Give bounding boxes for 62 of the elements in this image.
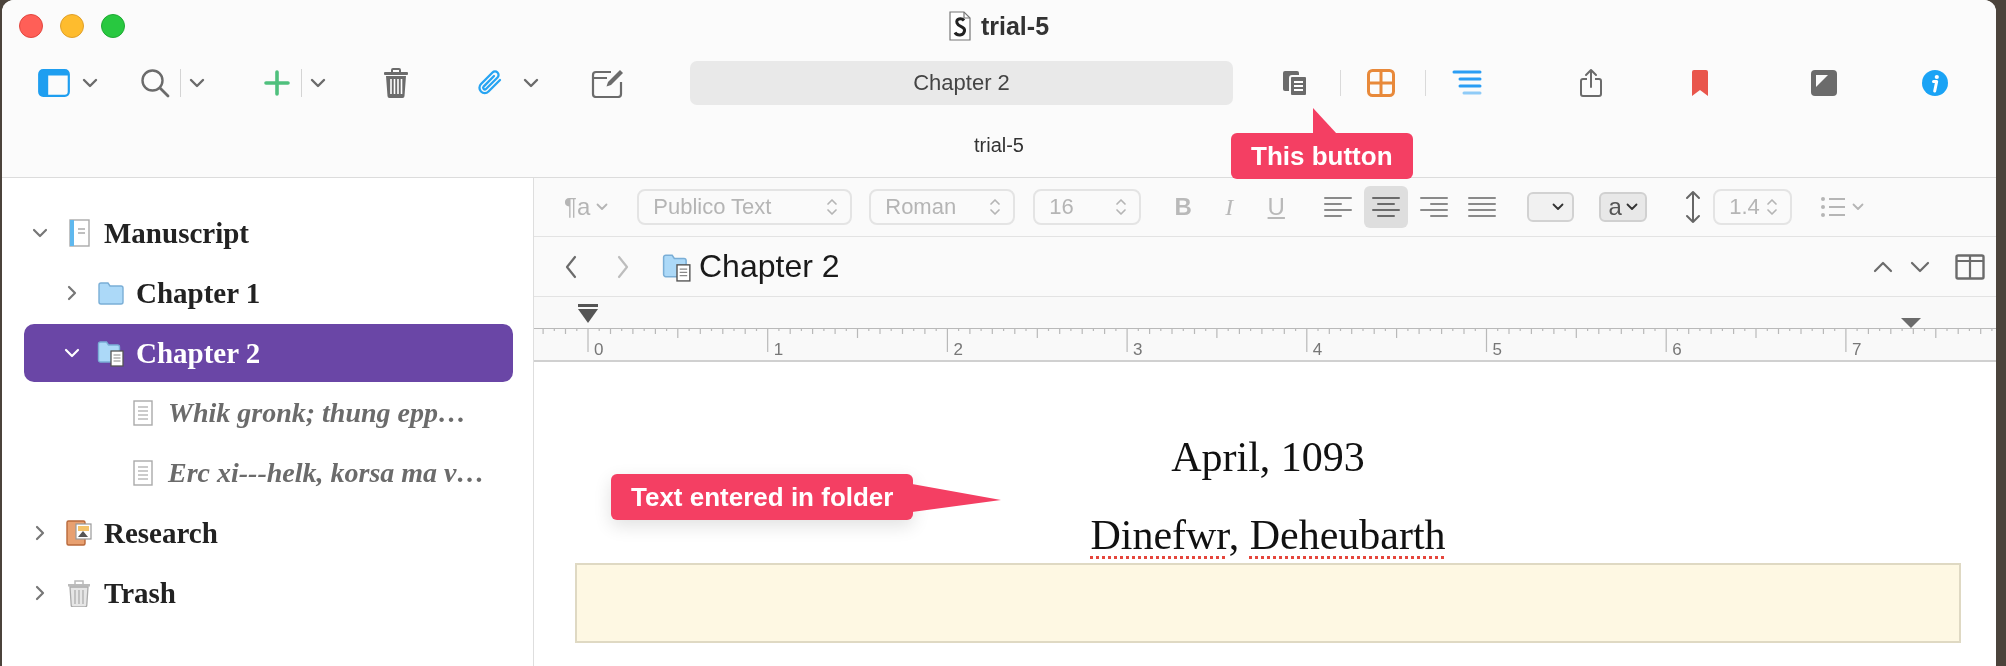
document-icon (948, 11, 971, 41)
ruler-number: 2 (953, 340, 963, 359)
text-area-field[interactable] (575, 563, 1961, 643)
chevron-down-icon[interactable] (1625, 203, 1638, 211)
tab-stop-marker[interactable] (578, 304, 598, 323)
folder-icon (97, 279, 125, 307)
compose-icon[interactable] (591, 68, 625, 98)
callout-pointer (1313, 108, 1337, 134)
zoom-button[interactable] (101, 14, 125, 38)
color-select[interactable] (1527, 192, 1575, 222)
trash-icon[interactable] (383, 68, 409, 98)
ruler-number: 3 (1133, 340, 1143, 359)
ruler-number: 6 (1672, 340, 1682, 359)
ruler-number: 5 (1492, 340, 1502, 359)
binder-item[interactable]: Chapter 2 (24, 324, 513, 382)
binder-item[interactable]: Trash (24, 564, 513, 622)
minimize-button[interactable] (60, 14, 84, 38)
search-button[interactable] (140, 68, 205, 98)
trash-icon (65, 579, 93, 607)
ruler-number: 0 (594, 340, 604, 359)
binder-item[interactable]: Research (24, 504, 513, 562)
book-with-picture-icon (65, 519, 93, 547)
plus-icon[interactable] (263, 69, 291, 97)
document-title-field[interactable]: Chapter 2 (690, 61, 1233, 105)
diagonal-square-icon[interactable] (1810, 69, 1838, 97)
chevron-down-icon[interactable] (82, 78, 98, 88)
tab[interactable]: trial-5 (974, 134, 1024, 157)
ruler-number: 4 (1312, 340, 1323, 359)
bookmark-icon[interactable] (1690, 69, 1710, 97)
text-line: Dinefwr, Deheubarth (1089, 511, 1447, 560)
outline-list-icon[interactable] (1452, 69, 1482, 97)
folder-with-document-icon (97, 339, 125, 367)
info-icon[interactable] (1921, 69, 1949, 97)
up-chevron-icon[interactable] (1873, 260, 1893, 273)
binder-item[interactable]: Erc xi---helk, korsa ma v… (24, 444, 513, 502)
split-view-icon[interactable] (1955, 253, 1985, 280)
ruler-number: 7 (1851, 340, 1862, 359)
binder-item[interactable]: Manuscript (24, 204, 513, 262)
stacked-documents-icon[interactable] (1281, 69, 1309, 97)
back-chevron-icon[interactable] (564, 254, 578, 279)
window-title: trial-5 (980, 11, 1050, 41)
search-icon[interactable] (140, 68, 170, 98)
ruler-number: 1 (773, 340, 784, 359)
line-spacing-icon (1685, 190, 1702, 224)
binder-item[interactable]: Whik gronk; thung epp… (24, 384, 513, 442)
ruler[interactable]: 0 1 2 3 4 5 6 7 (534, 297, 1996, 362)
folder-with-document-icon (661, 251, 693, 282)
chevron-down-icon[interactable] (189, 78, 205, 88)
share-icon[interactable] (1579, 68, 1603, 98)
chevron-down-icon[interactable] (310, 78, 326, 88)
text-line: April, 1093 (1170, 433, 1366, 482)
close-button[interactable] (19, 14, 43, 38)
down-chevron-icon[interactable] (1910, 260, 1930, 273)
sidebar-toggle-button[interactable] (38, 69, 98, 97)
right-indent-marker[interactable] (1901, 318, 1921, 328)
sidebar-icon[interactable] (38, 69, 70, 97)
grid-icon[interactable] (1367, 69, 1395, 97)
chevron-down-icon[interactable] (1552, 203, 1565, 211)
editor-title: Chapter 2 (699, 248, 840, 285)
binder-item[interactable]: Chapter 1 (24, 264, 513, 322)
add-button[interactable] (263, 69, 326, 97)
chevron-down-icon[interactable] (523, 78, 539, 88)
